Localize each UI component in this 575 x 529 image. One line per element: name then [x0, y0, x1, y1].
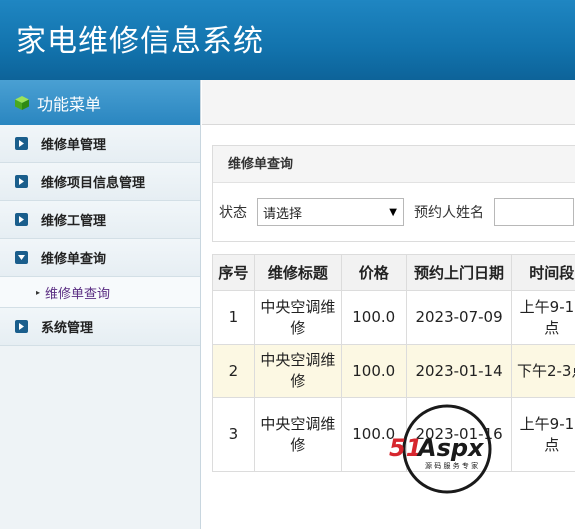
sidebar-item-label: 维修工管理: [41, 214, 107, 229]
sidebar: 功能菜单 维修单管理 维修项目信息管理 维修工管理 维修单查询 ▸ 维修单查询 …: [0, 80, 201, 529]
sidebar-item-repair-order-query[interactable]: 维修单查询: [0, 239, 200, 277]
table-row[interactable]: 2 中央空调维修 100.0 2023-01-14 下午2-3点: [212, 344, 575, 398]
cell-price: 100.0: [340, 290, 407, 345]
sidebar-subitem-repair-order-query[interactable]: ▸ 维修单查询: [0, 277, 200, 308]
svg-text:源 码 服 务 专 家: 源 码 服 务 专 家: [425, 461, 478, 470]
panel-title: 维修单查询: [213, 146, 575, 183]
cell-title: 中央空调维修: [253, 344, 342, 398]
name-label: 预约人姓名: [414, 205, 484, 221]
table-row[interactable]: 1 中央空调维修 100.0 2023-07-09 上午9-10点: [212, 290, 575, 345]
cube-icon: [14, 95, 30, 111]
svg-text:Aspx: Aspx: [416, 434, 485, 462]
status-label: 状态: [219, 205, 247, 221]
cell-time: 上午9-10点: [511, 397, 575, 472]
sidebar-item-label: 维修项目信息管理: [41, 176, 146, 191]
arrow-right-icon: [15, 213, 28, 226]
bullet-icon: ▸: [36, 287, 41, 297]
col-header-date[interactable]: 预约上门日期: [405, 254, 513, 291]
name-input[interactable]: [494, 198, 574, 226]
arrow-right-icon: [15, 320, 28, 333]
arrow-right-icon: [15, 175, 28, 188]
cell-title: 中央空调维修: [253, 397, 342, 472]
query-panel: 维修单查询 状态 请选择 ▼ 预约人姓名: [212, 145, 575, 242]
status-select[interactable]: 请选择 ▼: [257, 198, 404, 226]
cell-no: 1: [212, 290, 255, 345]
status-select-value: 请选择: [263, 206, 303, 222]
filter-row: 状态 请选择 ▼ 预约人姓名: [219, 198, 574, 226]
sidebar-item-label: 系统管理: [41, 321, 94, 336]
app-header: 家电维修信息系统: [0, 0, 575, 80]
cell-time: 下午2-3点: [511, 344, 575, 398]
app-title: 家电维修信息系统: [16, 24, 264, 59]
col-header-title[interactable]: 维修标题: [253, 254, 342, 291]
chevron-down-icon: ▼: [389, 207, 397, 218]
cell-price: 100.0: [340, 344, 407, 398]
sidebar-item-label: 维修单查询: [41, 252, 107, 267]
cell-time: 上午9-10点: [511, 290, 575, 345]
sidebar-item-repair-order-manage[interactable]: 维修单管理: [0, 125, 200, 163]
table-header-row: 序号 维修标题 价格 预约上门日期 时间段: [212, 254, 575, 291]
col-header-no[interactable]: 序号: [212, 254, 255, 291]
cell-no: 3: [212, 397, 255, 472]
sidebar-header: 功能菜单: [0, 80, 200, 125]
arrow-right-icon: [15, 137, 28, 150]
watermark-logo: 51 Aspx 源 码 服 务 专 家: [385, 402, 510, 497]
arrow-down-icon: [15, 251, 28, 264]
cell-no: 2: [212, 344, 255, 398]
cell-date: 2023-07-09: [405, 290, 513, 345]
sidebar-subitem-label: 维修单查询: [45, 286, 111, 302]
sidebar-item-label: 维修单管理: [41, 138, 107, 153]
col-header-price[interactable]: 价格: [340, 254, 407, 291]
content-topbar: [202, 80, 575, 125]
sidebar-item-system-manage[interactable]: 系统管理: [0, 308, 200, 346]
sidebar-item-repair-project-manage[interactable]: 维修项目信息管理: [0, 163, 200, 201]
col-header-time[interactable]: 时间段: [511, 254, 575, 291]
cell-date: 2023-01-14: [405, 344, 513, 398]
cell-title: 中央空调维修: [253, 290, 342, 345]
sidebar-item-repairman-manage[interactable]: 维修工管理: [0, 201, 200, 239]
sidebar-header-label: 功能菜单: [37, 94, 102, 114]
